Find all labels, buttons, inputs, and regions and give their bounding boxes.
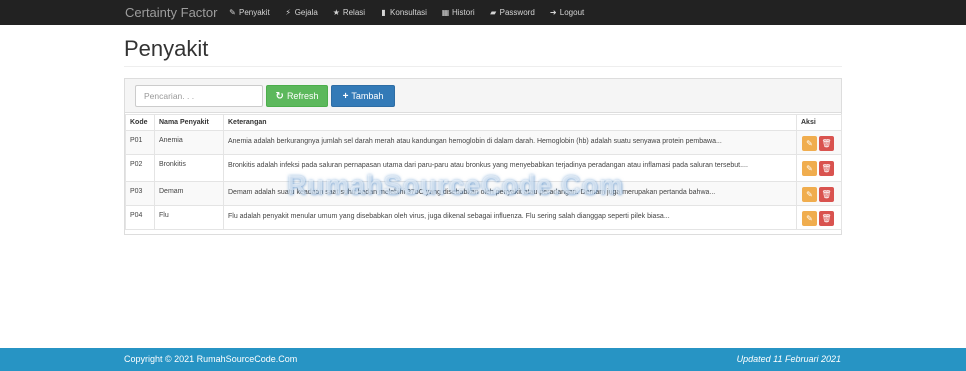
wrench-icon: ✎ [229,8,236,17]
flash-icon: ⚡ [285,8,291,17]
delete-button[interactable]: 🗑 [819,135,834,151]
panel-toolbar: ↻ Refresh + Tambah [125,79,841,113]
cell-name: Bronkitis [154,154,224,182]
cell-actions: ✎ 🗑 [796,181,842,206]
disease-panel: ↻ Refresh + Tambah Kode Nama Penyakit Ke… [124,78,842,235]
cell-actions: ✎ 🗑 [796,130,842,155]
edit-icon: ✎ [806,213,813,223]
title-divider [124,66,842,67]
cell-name: Anemia [154,130,224,155]
cell-actions: ✎ 🗑 [796,154,842,182]
column-header-code: Kode [125,114,155,131]
nav-item-logout[interactable]: ➜ Logout [549,8,584,17]
nav-label: Histori [451,8,475,17]
logout-icon: ➜ [549,8,557,17]
nav-label: Konsultasi [390,8,427,17]
add-label: Tambah [351,91,384,101]
brand[interactable]: Certainty Factor [125,5,217,20]
edit-icon: ✎ [806,164,813,173]
column-header-action: Aksi [796,114,842,131]
table-header-row: Kode Nama Penyakit Keterangan Aksi [125,114,842,131]
add-button[interactable]: + Tambah [331,85,395,107]
table-row: P03 Demam Demam adalah suatu keadaan saa… [125,181,842,206]
cell-code: P02 [125,154,155,182]
edit-button[interactable]: ✎ [802,135,817,151]
cell-name: Demam [154,181,224,206]
cell-desc: Anemia adalah berkurangnya jumlah sel da… [223,130,797,155]
nav-item-penyakit[interactable]: ✎ Penyakit [228,8,270,17]
cell-actions: ✎ 🗑 [796,205,842,230]
nav-label: Password [499,8,535,17]
trash-icon: 🗑 [821,189,832,199]
edit-button[interactable]: ✎ [802,210,817,226]
nav-item-relasi[interactable]: ★ Relasi [332,8,365,17]
table-row: P01 Anemia Anemia adalah berkurangnya ju… [125,130,842,155]
trash-icon: 🗑 [821,213,832,223]
nav-label: Penyakit [239,8,270,17]
delete-button[interactable]: 🗑 [819,210,834,226]
nav-item-password[interactable]: ▰ Password [489,8,535,17]
nav-item-histori[interactable]: ▦ Histori [441,8,475,17]
edit-icon: ✎ [806,138,813,148]
table-row: P04 Flu Flu adalah penyakit menular umum… [125,205,842,230]
page-title: Penyakit [124,36,209,61]
refresh-label: Refresh [286,91,319,101]
nav-item-gejala[interactable]: ⚡ Gejala [284,8,318,17]
lock-icon: ▰ [490,8,497,17]
cell-desc: Demam adalah suatu keadaan saat suhu bad… [223,181,797,206]
plus-icon: + [342,90,349,102]
refresh-icon: ↻ [275,90,284,102]
edit-button[interactable]: ✎ [802,161,817,176]
updated-date: Updated 11 Februari 2021 [736,354,841,364]
cell-desc: Bronkitis adalah infeksi pada saluran pe… [223,154,797,182]
trash-icon: 🗑 [821,164,832,173]
navbar: Certainty Factor ✎ Penyakit ⚡ Gejala ★ R… [0,0,966,25]
disease-table: Kode Nama Penyakit Keterangan Aksi P01 A… [125,114,842,230]
delete-button[interactable]: 🗑 [819,186,834,202]
footer: Copyright © 2021 RumahSourceCode.Com Upd… [0,348,966,371]
cell-desc: Flu adalah penyakit menular umum yang di… [223,205,797,230]
nav-label: Relasi [342,8,366,17]
cell-code: P03 [125,181,155,206]
copyright-text: Copyright © 2021 RumahSourceCode.Com [124,354,298,364]
nav-label: Logout [559,8,585,17]
search-input[interactable] [135,85,263,107]
table-row: P02 Bronkitis Bronkitis adalah infeksi p… [125,154,842,182]
cell-name: Flu [154,205,224,230]
edit-button[interactable]: ✎ [802,186,817,202]
nav-item-konsultasi[interactable]: ▮ Konsultasi [379,8,427,17]
star-icon: ★ [332,8,340,17]
delete-button[interactable]: 🗑 [819,161,834,176]
nav-label: Gejala [294,8,318,17]
nav-menu: ✎ Penyakit ⚡ Gejala ★ Relasi ▮ Konsultas… [228,0,598,25]
trash-icon: 🗑 [821,138,832,148]
cell-code: P04 [125,205,155,230]
cell-code: P01 [125,130,155,155]
refresh-button[interactable]: ↻ Refresh [266,85,328,107]
column-header-desc: Keterangan [223,114,797,131]
column-header-name: Nama Penyakit [154,114,224,131]
edit-icon: ✎ [806,189,813,199]
calendar-icon: ▦ [441,8,450,17]
stats-icon: ▮ [381,8,386,17]
